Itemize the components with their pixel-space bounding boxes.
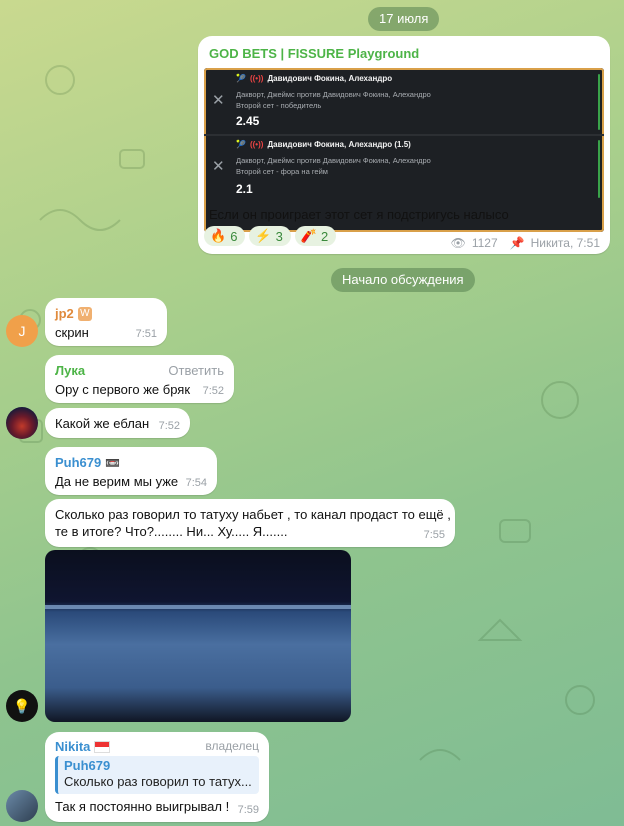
- post-footer: Никита, 7:51: [530, 236, 600, 250]
- status-bar: [598, 140, 600, 198]
- message-text-line2: те в итоге? Что?........ Ни... Ху..... Я…: [55, 524, 288, 539]
- message-text: Так я постоянно выигрывал !: [55, 799, 230, 814]
- pin-icon: 📌: [509, 236, 525, 250]
- message-text: скрин: [55, 325, 89, 340]
- message-time: 7:59: [237, 804, 259, 816]
- message-text: Ору с первого же бряк: [55, 382, 191, 397]
- reaction-fire-alt[interactable]: 🧨 2: [294, 226, 337, 246]
- reply-quote[interactable]: Puh679 Сколько раз говорил то татух...: [55, 756, 259, 794]
- sender-name[interactable]: Nikita: [55, 739, 90, 755]
- message-bubble[interactable]: Nikita владелец Puh679 Сколько раз говор…: [45, 732, 269, 822]
- message-time: 7:52: [158, 420, 180, 432]
- message-bubble[interactable]: Лука Ответить Ору с первого же бряк 7:52: [45, 355, 234, 403]
- view-count: 1127: [471, 236, 498, 250]
- eye-icon: 👁: [450, 236, 466, 250]
- discussion-start-pill: Начало обсуждения: [331, 268, 475, 292]
- message-bubble[interactable]: Сколько раз говорил то татуху набьет , т…: [45, 499, 455, 547]
- fire-icon: 🔥: [210, 228, 227, 243]
- live-icon: ((•)): [249, 74, 264, 83]
- reaction-fire[interactable]: 🔥 6: [204, 226, 246, 246]
- bet-market: Второй сет - фора на гейм: [236, 167, 328, 176]
- tennis-icon: 🎾: [236, 74, 246, 83]
- message-bubble[interactable]: Puh679 📼 Да не верим мы уже 7:54: [45, 447, 217, 495]
- message-bubble[interactable]: jp2 W скрин 7:51: [45, 298, 167, 346]
- bulb-icon: 💡: [13, 697, 31, 714]
- bet-market: Второй сет - победитель: [236, 101, 322, 110]
- date-pill: 17 июля: [368, 7, 440, 31]
- message-time: 7:51: [135, 328, 157, 340]
- avatar[interactable]: [6, 407, 38, 439]
- message-text: Какой же еблан: [55, 416, 150, 431]
- sender-name[interactable]: jp2: [55, 306, 74, 322]
- bet-card: ✕ 🎾 ((•)) Давидович Фокина, Алехандро (1…: [204, 135, 604, 202]
- owner-label: владелец: [205, 739, 259, 753]
- message-time: 7:55: [423, 529, 445, 541]
- bet-match: Дакворт, Джеймс против Давидович Фокина,…: [236, 156, 431, 165]
- close-icon[interactable]: ✕: [212, 92, 225, 110]
- tennis-icon: 🎾: [236, 140, 246, 149]
- reply-text: Сколько раз говорил то татух...: [64, 774, 252, 789]
- message-text: Да не верим мы уже: [55, 474, 179, 489]
- status-bar: [598, 74, 600, 130]
- bet-title: Давидович Фокина, Алехандро (1.5): [267, 140, 411, 149]
- post-meta: 👁 1127 📌 Никита, 7:51: [451, 236, 600, 250]
- avatar[interactable]: 💡: [6, 690, 38, 722]
- bet-title: Давидович Фокина, Алехандро: [267, 74, 393, 83]
- media-image[interactable]: [45, 550, 351, 722]
- avatar[interactable]: J: [6, 315, 38, 347]
- sender-name[interactable]: Лука: [55, 363, 85, 379]
- live-icon: ((•)): [249, 140, 264, 149]
- message-time: 7:52: [202, 385, 224, 397]
- bet-match: Дакворт, Джеймс против Давидович Фокина,…: [236, 90, 431, 99]
- flag-icon: [94, 741, 111, 753]
- sender-name[interactable]: Puh679: [55, 455, 101, 471]
- tv-badge-icon: 📼: [105, 456, 121, 470]
- message-time: 7:54: [185, 477, 207, 489]
- close-icon[interactable]: ✕: [212, 158, 225, 176]
- channel-post[interactable]: GOD BETS | FISSURE Playground ✕ 🎾 ((•)) …: [198, 36, 610, 254]
- fire-alt-icon: 🧨: [300, 228, 318, 243]
- message-bubble[interactable]: Какой же еблан 7:52: [45, 408, 190, 438]
- message-text: Сколько раз говорил то татуху набьет , т…: [55, 507, 451, 522]
- bet-card: ✕ 🎾 ((•)) Давидович Фокина, Алехандро Да…: [204, 70, 604, 135]
- bet-odds: 2.1: [236, 182, 253, 196]
- reply-sender: Puh679: [64, 758, 111, 773]
- bet-odds: 2.45: [236, 114, 260, 128]
- post-text: Если он проиграет этот сет я подстригусь…: [209, 207, 509, 222]
- channel-name[interactable]: GOD BETS | FISSURE Playground: [209, 46, 419, 62]
- lightning-icon: ⚡: [255, 228, 272, 243]
- avatar[interactable]: [6, 790, 38, 822]
- reactions-row: 🔥 6 ⚡ 3 🧨 2: [204, 226, 340, 246]
- reaction-lightning[interactable]: ⚡ 3: [249, 226, 291, 246]
- reply-button[interactable]: Ответить: [168, 363, 224, 378]
- badge-icon: W: [77, 307, 92, 321]
